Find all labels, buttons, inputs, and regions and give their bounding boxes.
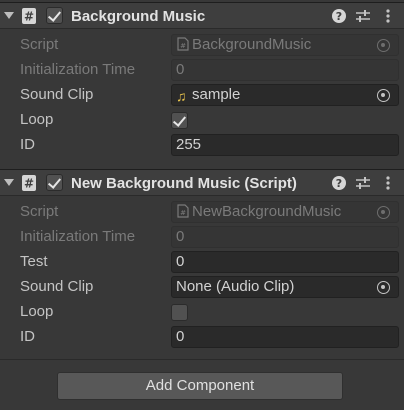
field-row-id: ID 0	[0, 325, 404, 350]
id-input[interactable]: 255	[171, 134, 399, 156]
field-row-script: Script # BackgroundMusic	[0, 33, 404, 58]
field-row-initialization-time: Initialization Time 0	[0, 225, 404, 250]
foldout-triangle-down-icon[interactable]	[4, 12, 14, 19]
kebab-menu-icon[interactable]	[380, 8, 396, 24]
field-row-id: ID 255	[0, 133, 404, 158]
field-row-script: Script # NewBackgroundMusic	[0, 200, 404, 225]
component-enabled-checkbox[interactable]	[46, 174, 63, 191]
component-title: Background Music	[71, 8, 206, 25]
field-value: BackgroundMusic	[192, 36, 312, 53]
sound-clip-object-field[interactable]: None (Audio Clip)	[171, 276, 399, 298]
field-label: Test	[20, 253, 48, 270]
field-row-loop: Loop	[0, 108, 404, 133]
field-value: None (Audio Clip)	[176, 278, 295, 295]
kebab-menu-icon[interactable]	[380, 175, 396, 191]
component-new-background-music: # New Background Music (Script) ? Script…	[0, 169, 404, 359]
component-header[interactable]: # Background Music ?	[0, 2, 404, 29]
svg-text:#: #	[180, 209, 186, 217]
loop-checkbox[interactable]	[171, 112, 188, 129]
add-component-button[interactable]: Add Component	[57, 372, 343, 400]
field-row-sound-clip: Sound Clip ♫ sample	[0, 83, 404, 108]
field-value: sample	[192, 86, 241, 103]
field-label: Script	[20, 36, 59, 53]
component-header[interactable]: # New Background Music (Script) ?	[0, 169, 404, 196]
script-object-field: # NewBackgroundMusic	[171, 201, 399, 223]
initialization-time-field: 0	[171, 59, 399, 81]
script-object-field: # BackgroundMusic	[171, 34, 399, 56]
svg-text:?: ?	[336, 177, 342, 190]
help-icon[interactable]: ?	[331, 8, 347, 24]
sliders-icon[interactable]	[355, 8, 371, 24]
svg-text:#: #	[24, 177, 34, 191]
component-background-music: # Background Music ? Script # Background…	[0, 2, 404, 162]
field-row-loop: Loop	[0, 300, 404, 325]
svg-text:?: ?	[336, 10, 342, 23]
field-label: Sound Clip	[20, 278, 94, 295]
field-label: Initialization Time	[20, 228, 136, 245]
component-title: New Background Music (Script)	[71, 175, 297, 192]
field-label: Script	[20, 203, 59, 220]
sliders-icon[interactable]	[355, 175, 371, 191]
test-input[interactable]: 0	[171, 251, 399, 273]
divider	[0, 359, 404, 360]
field-row-sound-clip: Sound Clip None (Audio Clip)	[0, 275, 404, 300]
object-picker-icon[interactable]	[377, 89, 390, 102]
field-label: ID	[20, 328, 35, 345]
script-icon: #	[22, 175, 36, 191]
field-value: NewBackgroundMusic	[192, 203, 342, 220]
field-label: Sound Clip	[20, 86, 94, 103]
field-label: ID	[20, 136, 35, 153]
id-input[interactable]: 0	[171, 326, 399, 348]
field-row-initialization-time: Initialization Time 0	[0, 58, 404, 83]
foldout-triangle-down-icon[interactable]	[4, 179, 14, 186]
svg-text:#: #	[24, 10, 34, 24]
object-picker-icon	[377, 206, 390, 219]
script-file-icon: #	[177, 37, 189, 51]
sound-clip-object-field[interactable]: ♫ sample	[171, 84, 399, 106]
field-label: Loop	[20, 111, 54, 128]
object-picker-icon	[377, 39, 390, 52]
field-label: Loop	[20, 303, 54, 320]
music-note-icon: ♫	[176, 88, 187, 104]
field-label: Initialization Time	[20, 61, 136, 78]
svg-text:#: #	[180, 42, 186, 50]
field-row-test: Test 0	[0, 250, 404, 275]
initialization-time-field: 0	[171, 226, 399, 248]
script-file-icon: #	[177, 204, 189, 218]
component-enabled-checkbox[interactable]	[46, 7, 63, 24]
script-icon: #	[22, 8, 36, 24]
loop-checkbox[interactable]	[171, 304, 188, 321]
help-icon[interactable]: ?	[331, 175, 347, 191]
object-picker-icon[interactable]	[377, 281, 390, 294]
